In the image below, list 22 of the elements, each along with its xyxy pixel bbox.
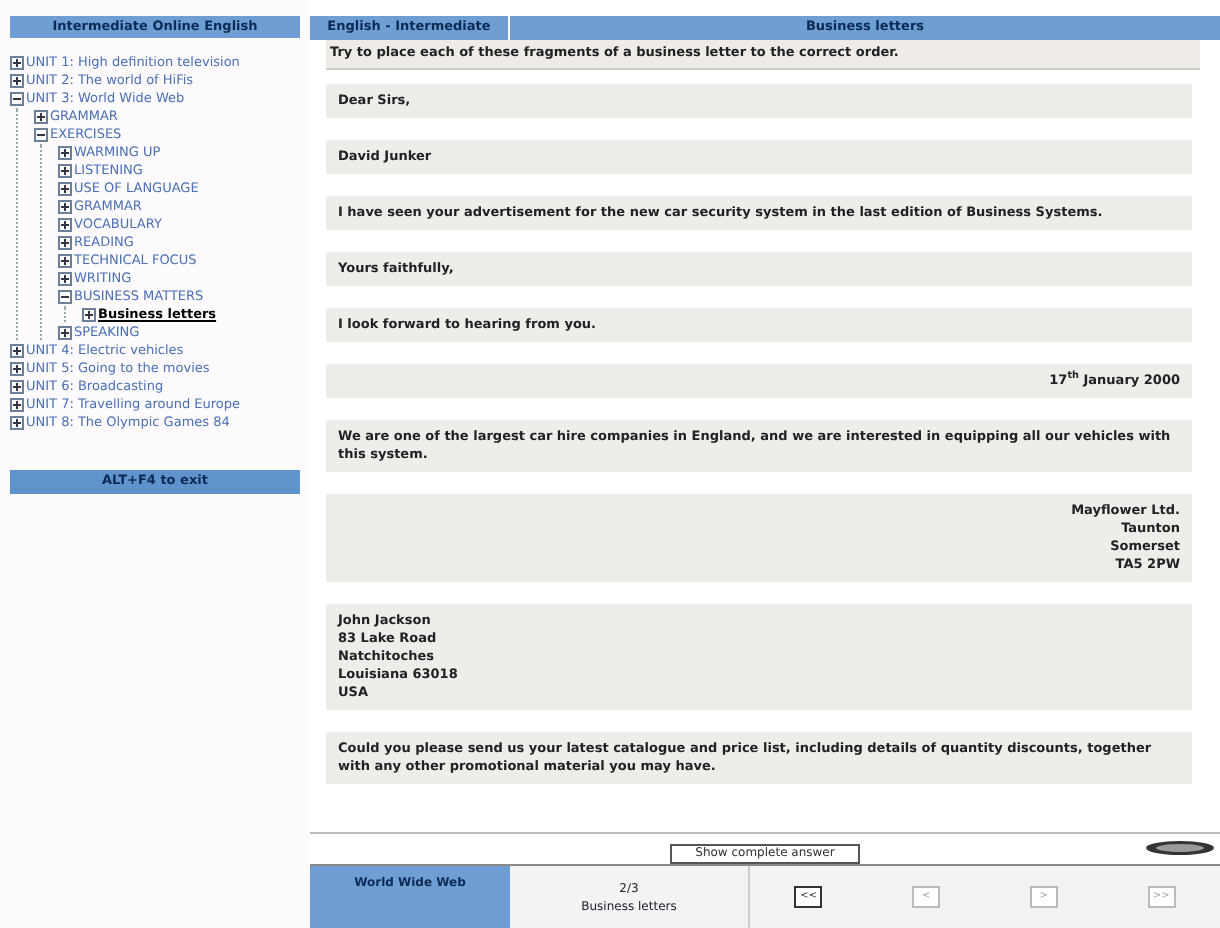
collapse-icon[interactable] — [10, 92, 24, 106]
collapse-icon[interactable] — [34, 128, 48, 142]
expand-icon[interactable] — [10, 344, 24, 358]
expand-icon[interactable] — [58, 164, 72, 178]
expand-icon[interactable] — [58, 272, 72, 286]
expand-icon[interactable] — [58, 218, 72, 232]
expand-icon[interactable] — [10, 416, 24, 430]
collapse-icon[interactable] — [58, 290, 72, 304]
expand-icon[interactable] — [10, 398, 24, 412]
expand-icon[interactable] — [10, 74, 24, 88]
expand-icon[interactable] — [58, 254, 72, 268]
expand-icon[interactable] — [10, 56, 24, 70]
expand-icon[interactable] — [58, 200, 72, 214]
expand-icon[interactable] — [10, 380, 24, 394]
expand-icon[interactable] — [82, 308, 96, 322]
logo-icon — [1144, 840, 1216, 856]
expand-icon[interactable] — [34, 110, 48, 124]
expand-icon[interactable] — [58, 236, 72, 250]
expand-icon[interactable] — [58, 182, 72, 196]
expand-icon[interactable] — [58, 146, 72, 160]
expand-icon[interactable] — [10, 362, 24, 376]
expand-icon[interactable] — [58, 326, 72, 340]
